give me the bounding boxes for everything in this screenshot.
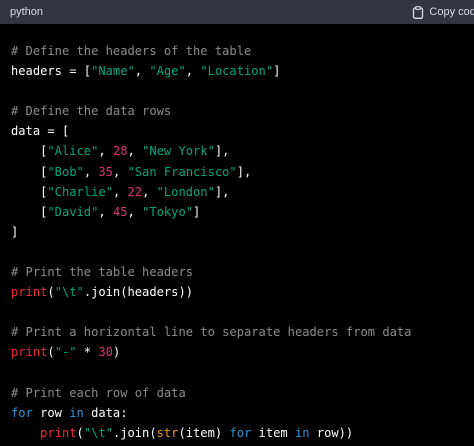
code-block-header: python Copy code (0, 0, 474, 24)
code-text: item (251, 425, 295, 440)
code-line-2: headers = ["Name", "Age", "Location"] (11, 61, 474, 81)
function-name: print (11, 285, 48, 300)
string-literal: "Alice" (47, 144, 99, 159)
code-block: python Copy code # Define the headers of… (0, 0, 474, 446)
code-line-15: # Print a horizontal line to separate he… (11, 322, 474, 342)
code-text: , (127, 204, 143, 219)
code-text: ] (193, 204, 201, 219)
code-text: , (112, 164, 128, 179)
number-literal: 22 (127, 184, 143, 199)
code-line-1: # Define the headers of the table (11, 41, 474, 61)
code-text: row)) (309, 425, 354, 440)
code-line-6: ["Alice", 28, "New York"], (11, 141, 474, 161)
code-text: , (112, 184, 128, 199)
language-label: python (10, 6, 44, 18)
code-text: [ (11, 164, 48, 179)
code-text: ( (47, 285, 55, 300)
code-line-9: ["David", 45, "Tokyo"] (11, 202, 474, 222)
builtin-name: str (156, 425, 179, 440)
code-text: , (134, 64, 150, 79)
string-literal: "Name" (91, 64, 135, 79)
code-text: * (76, 345, 99, 360)
number-literal: 28 (112, 144, 128, 159)
code-text: ], (214, 144, 230, 159)
code-text: headers = [ (11, 64, 92, 79)
number-literal: 45 (112, 204, 128, 219)
code-text: , (127, 144, 143, 159)
clipboard-icon (413, 5, 424, 19)
code-text: ], (214, 184, 230, 199)
comment: # Print each row of data (11, 385, 186, 400)
copy-code-label: Copy code (429, 6, 474, 18)
code-text: , (185, 64, 201, 79)
code-text: , (98, 204, 113, 219)
code-text: .join( (112, 425, 157, 440)
code-text: [ (11, 144, 48, 159)
code-line-4: # Define the data rows (11, 101, 474, 121)
code-line-10: ] (11, 222, 474, 242)
code-text: (item) (178, 425, 230, 440)
comment: # Print the table headers (11, 265, 194, 280)
string-literal: "-" (54, 345, 77, 360)
code-text: ] (273, 64, 281, 79)
code-text: ] (11, 224, 19, 239)
code-line-7: ["Bob", 35, "San Francisco"], (11, 162, 474, 182)
code-text: data = [ (11, 124, 70, 139)
comment: # Define the headers of the table (11, 44, 252, 58)
string-literal: "Bob" (47, 164, 84, 179)
function-name: print (40, 425, 77, 440)
code-text: , (83, 164, 99, 179)
code-text: ( (76, 425, 84, 440)
code-text: [ (11, 184, 48, 199)
function-name: print (11, 345, 48, 360)
keyword: in (294, 425, 310, 440)
string-literal: "Charlie" (47, 184, 113, 199)
string-literal: "Age" (149, 64, 186, 79)
comment: # Print a horizontal line to separate he… (11, 325, 412, 340)
code-text: row (32, 405, 70, 420)
string-literal: "\t" (83, 425, 113, 440)
string-literal: "San Francisco" (127, 164, 237, 179)
string-literal: "Tokyo" (142, 204, 194, 219)
code-text: , (98, 144, 113, 159)
code-line-18: # Print each row of data (11, 383, 474, 403)
keyword: for (11, 405, 33, 420)
code-line-20: print("\t".join(str(item) for item in ro… (11, 423, 474, 443)
string-literal: "Location" (200, 64, 274, 79)
code-line-5: data = [ (11, 121, 474, 141)
keyword: in (69, 405, 84, 420)
code-text: ( (47, 345, 55, 360)
code-text: , (142, 184, 157, 199)
string-literal: "\t" (54, 285, 84, 300)
string-literal: "David" (47, 204, 99, 219)
code-line-12: # Print the table headers (11, 262, 474, 282)
comment: # Define the data rows (11, 104, 172, 119)
code-line-13: print("\t".join(headers)) (11, 282, 474, 302)
code-line-19: for row in data: (11, 403, 474, 423)
code-line-8: ["Charlie", 22, "London"], (11, 182, 474, 202)
number-literal: 35 (98, 164, 113, 179)
string-literal: "London" (156, 184, 215, 199)
code-content: # Define the headers of the table header… (0, 24, 474, 443)
code-line-16: print("-" * 30) (11, 342, 474, 362)
string-literal: "New York" (142, 144, 215, 159)
code-text: ) (112, 345, 121, 360)
code-text: ], (236, 164, 252, 179)
copy-code-button[interactable]: Copy code (412, 5, 474, 19)
number-literal: 30 (98, 345, 113, 360)
code-text: data: (83, 405, 128, 420)
code-text: [ (11, 204, 48, 219)
keyword: for (229, 425, 252, 440)
code-text: .join(headers)) (83, 285, 194, 300)
